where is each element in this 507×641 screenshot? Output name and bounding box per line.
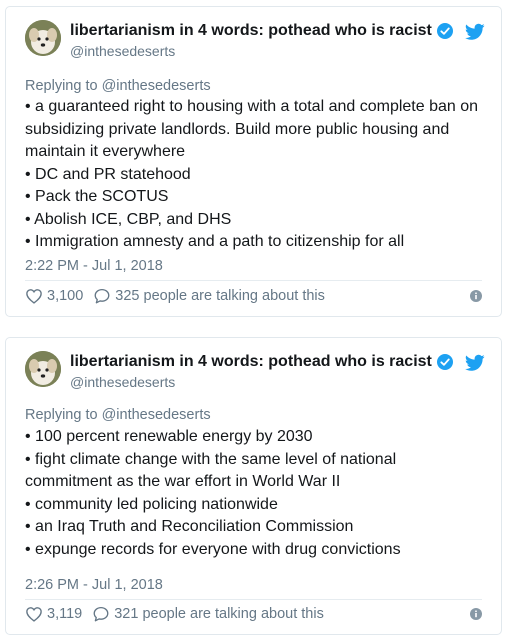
tweet-line: • expunge records for everyone with drug… <box>25 540 401 558</box>
author-handle[interactable]: @inthesedeserts <box>70 42 175 60</box>
tweet-line: • 100 percent renewable energy by 2030 <box>25 428 313 445</box>
like-button[interactable]: 3,100 <box>25 287 83 305</box>
tweet-card[interactable]: libertarianism in 4 words: pothead who i… <box>5 6 502 317</box>
tweet-text: • a guaranteed right to housing with a t… <box>25 96 485 254</box>
info-icon[interactable] <box>470 608 482 620</box>
verified-badge-icon <box>436 354 453 370</box>
reply-conversation-button[interactable]: 325 people are talking about this <box>93 287 325 305</box>
tweet-line: • an Iraq Truth and Reconciliation Commi… <box>25 518 354 535</box>
author-display-name[interactable]: libertarianism in 4 words: pothead who i… <box>70 21 432 41</box>
heart-icon <box>26 607 42 622</box>
talking-count: 321 people are talking about this <box>114 606 324 622</box>
tweet-timestamp[interactable]: 2:26 PM - Jul 1, 2018 <box>25 576 163 594</box>
tweet-line: • community led policing nationwide <box>25 495 278 513</box>
divider <box>25 599 482 600</box>
reply-conversation-button[interactable]: 321 people are talking about this <box>92 605 324 623</box>
tweet-line: • Abolish ICE, CBP, and DHS <box>25 210 232 228</box>
like-count: 3,100 <box>47 288 84 304</box>
dog-avatar[interactable] <box>25 351 61 387</box>
tweet-card[interactable]: libertarianism in 4 words: pothead who i… <box>5 337 502 635</box>
tweet-line: • Immigration amnesty and a path to citi… <box>25 233 405 250</box>
info-icon[interactable] <box>470 290 482 302</box>
dog-avatar[interactable] <box>25 20 61 56</box>
verified-badge-icon <box>436 23 453 39</box>
tweet-text: • 100 percent renewable energy by 2030 •… <box>25 426 485 561</box>
tweet-line: • a guaranteed right to housing with a t… <box>25 98 479 160</box>
tweet-line: • fight climate change with the same lev… <box>25 450 397 491</box>
author-display-name[interactable]: libertarianism in 4 words: pothead who i… <box>70 352 432 372</box>
speech-bubble-icon <box>93 606 109 622</box>
heart-icon <box>26 289 42 304</box>
speech-bubble-icon <box>94 288 110 304</box>
replying-to-link[interactable]: @inthesedeserts <box>102 78 211 94</box>
replying-to: Replying to @inthesedeserts <box>25 406 211 424</box>
replying-prefix: Replying to <box>25 407 102 423</box>
like-button[interactable]: 3,119 <box>25 605 82 623</box>
replying-to-link[interactable]: @inthesedeserts <box>102 407 211 423</box>
tweet-actions: 3,100 325 people are talking about this <box>25 286 482 306</box>
talking-count: 325 people are talking about this <box>115 288 325 304</box>
tweet-timestamp[interactable]: 2:22 PM - Jul 1, 2018 <box>25 257 163 275</box>
replying-prefix: Replying to <box>25 78 102 94</box>
divider <box>25 280 482 281</box>
tweet-line: • DC and PR statehood <box>25 165 191 183</box>
twitter-bird-icon[interactable] <box>465 354 485 372</box>
author-handle[interactable]: @inthesedeserts <box>70 373 175 391</box>
tweet-line: • Pack the SCOTUS <box>25 188 169 205</box>
twitter-bird-icon[interactable] <box>465 23 485 41</box>
like-count: 3,119 <box>47 606 83 622</box>
replying-to: Replying to @inthesedeserts <box>25 77 211 95</box>
tweet-actions: 3,119 321 people are talking about this <box>25 604 482 624</box>
